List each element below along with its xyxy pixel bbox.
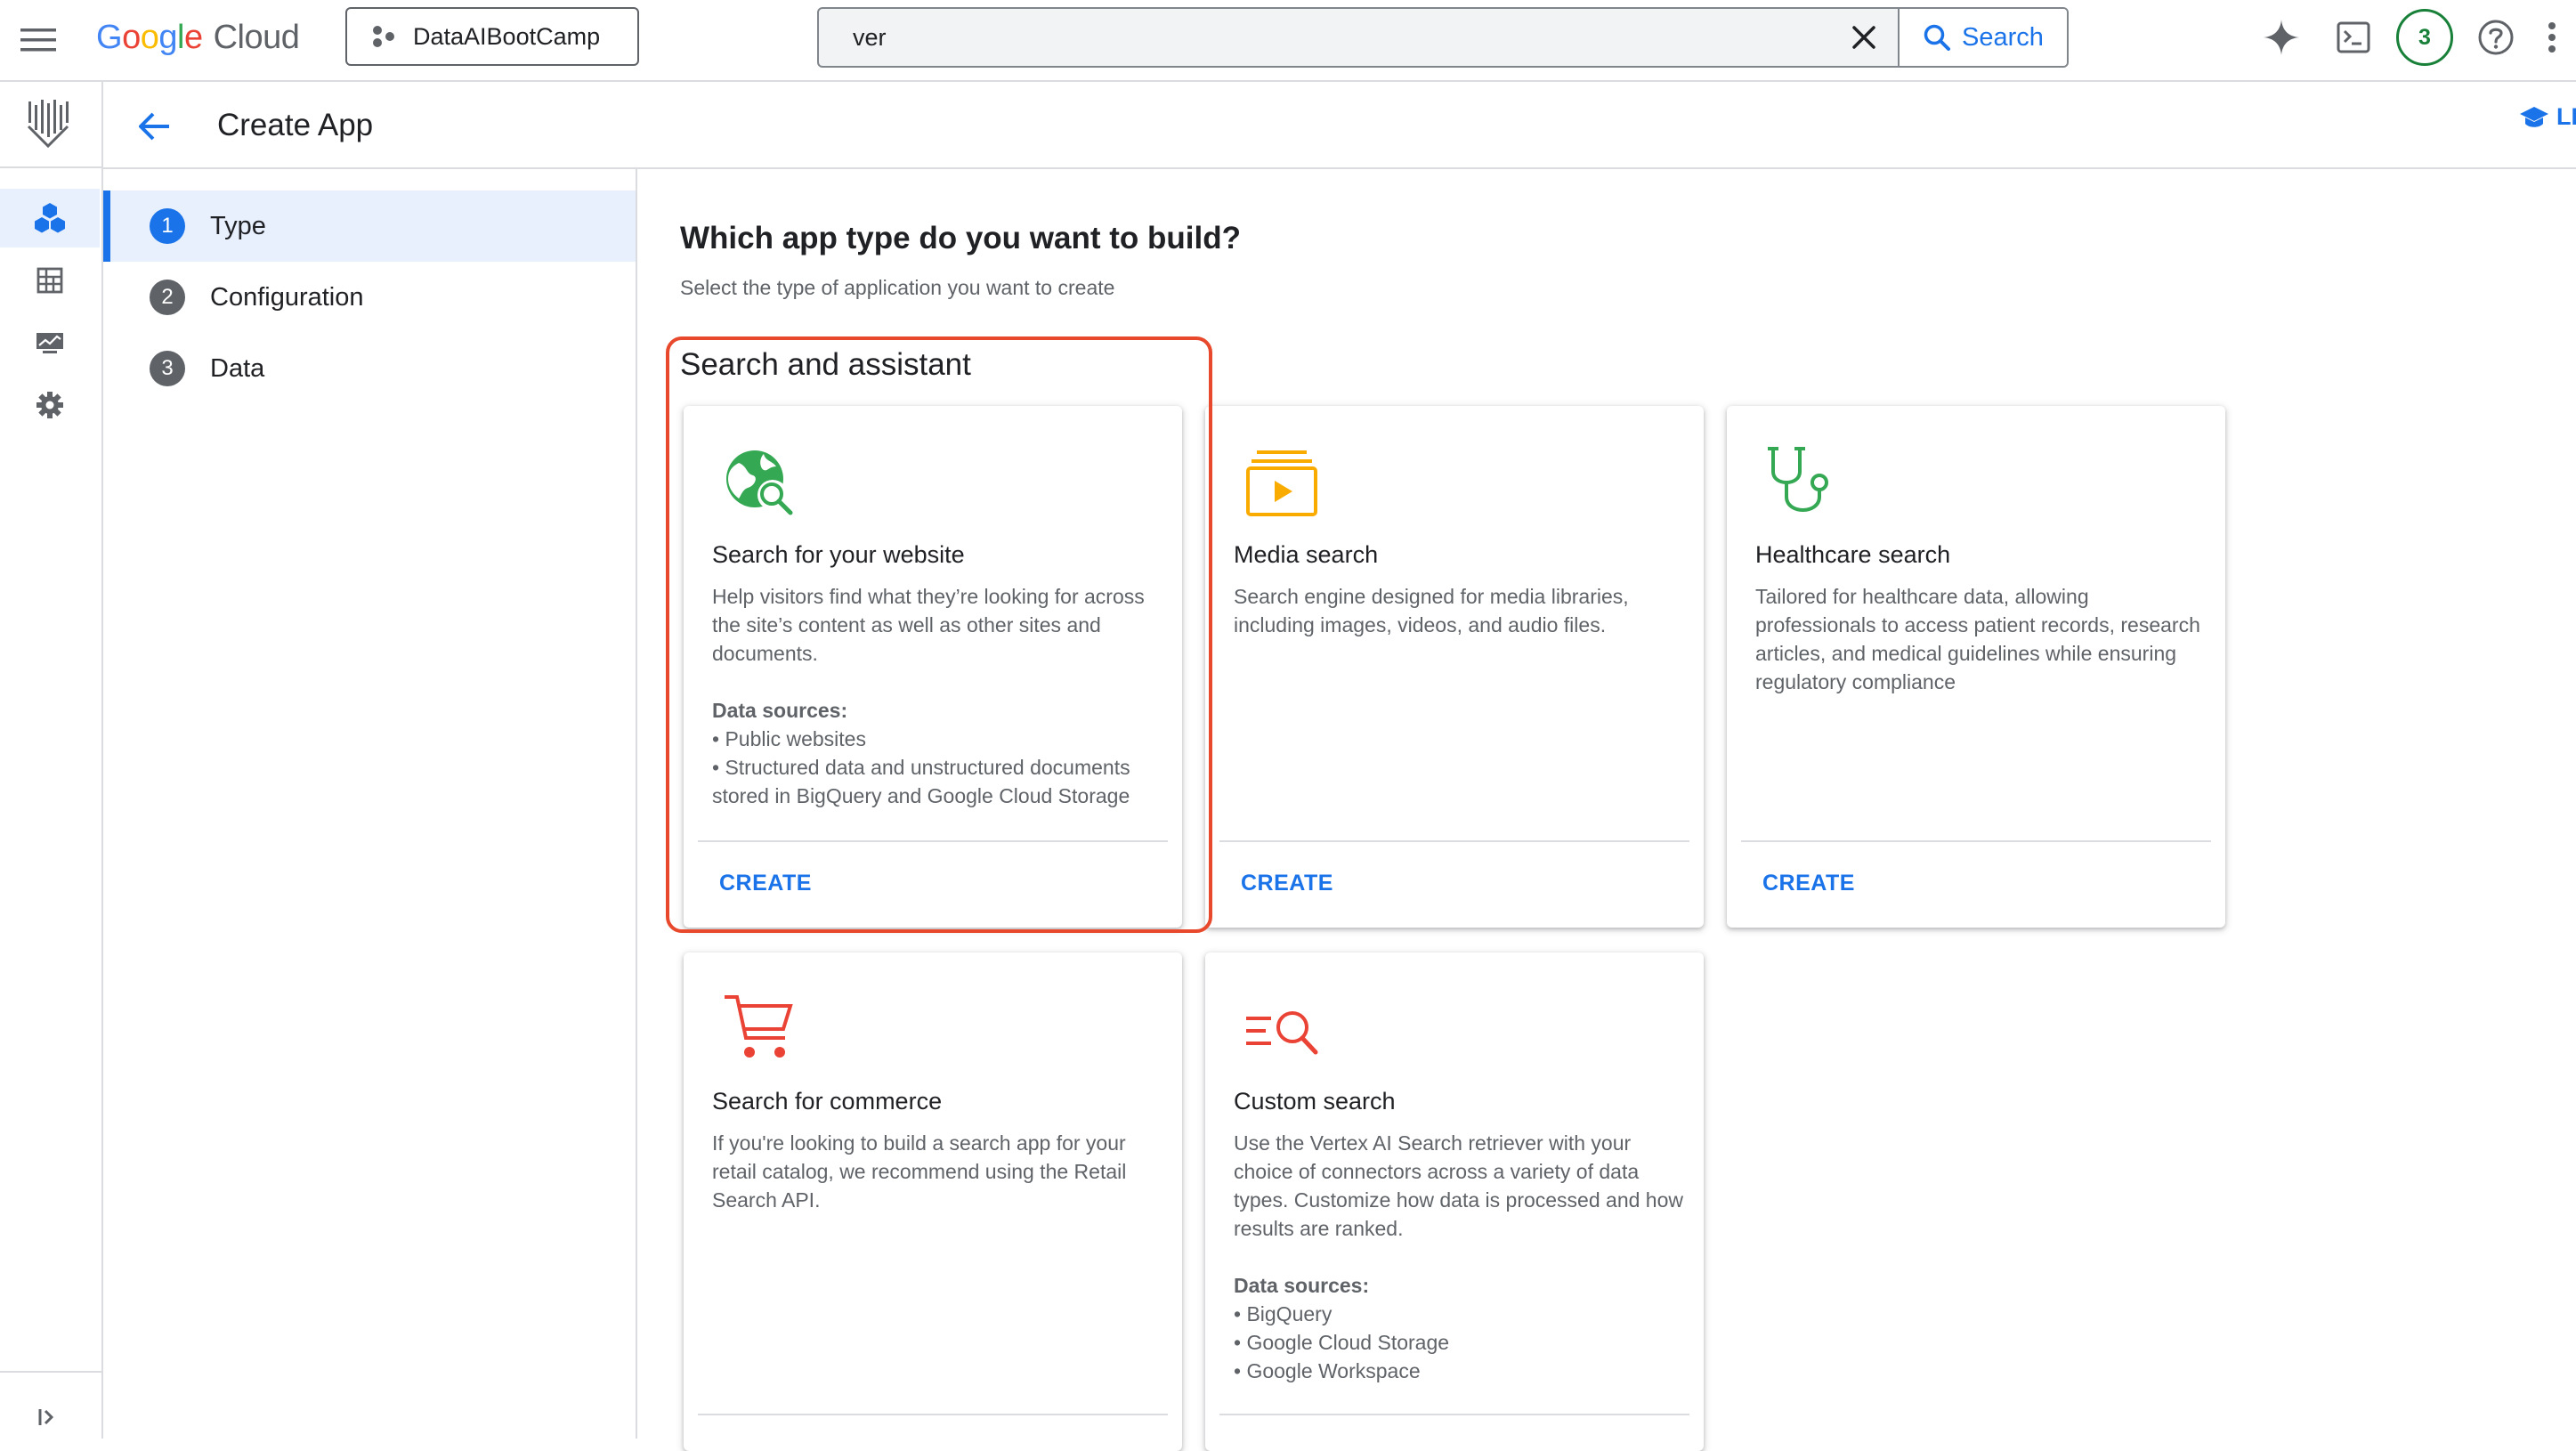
expand-panel-icon [38,1409,54,1425]
step-label: Data [210,353,265,383]
rail-bottom-divider [0,1371,101,1373]
search-input[interactable] [819,9,1830,66]
learn-link[interactable]: LE [2519,103,2576,131]
search-bar: Search [817,7,2069,68]
media-library-icon [1244,445,1319,520]
rail-monitoring-item[interactable] [0,313,100,372]
step-label: Configuration [210,282,364,312]
page-header [103,82,2576,169]
sparkle-icon [2264,20,2299,55]
table-icon [36,267,63,294]
google-cloud-logo[interactable]: Google Cloud [96,12,300,62]
cloud-shell-button[interactable] [2330,14,2377,61]
card-description: Search engine designed for media librari… [1234,585,1629,636]
content-title: Which app type do you want to build? [680,221,1241,255]
notifications-badge[interactable]: 3 [2396,9,2453,66]
main-menu-button[interactable] [16,18,61,62]
create-button[interactable]: CREATE [1762,871,1855,896]
data-source-item: • BigQuery [1234,1302,1333,1325]
card-healthcare-search[interactable]: Healthcare search Tailored for healthcar… [1727,406,2225,928]
hamburger-menu-icon [20,28,56,52]
search-button[interactable]: Search [1898,9,2067,66]
monitor-chart-icon [36,333,63,353]
gemini-button[interactable] [2258,14,2305,61]
search-icon [1924,24,1951,51]
content-subtitle: Select the type of application you want … [680,276,1115,299]
logo-cloud-text: Cloud [213,18,300,56]
card-divider [1219,840,1689,842]
rail-data-stores-item[interactable] [0,251,100,310]
logo-google-text: Google [96,18,203,56]
card-description-text: Use the Vertex AI Search retriever with … [1234,1131,1683,1240]
data-source-item: • Google Cloud Storage [1234,1331,1450,1354]
card-description: If you're looking to build a search app … [712,1131,1127,1212]
card-title: Custom search [1234,1088,1396,1115]
card-media-search[interactable]: Media search Search engine designed for … [1205,406,1704,928]
card-description: Tailored for healthcare data, allowing p… [1755,585,2200,693]
data-sources-title: Data sources: [1234,1274,1370,1297]
gear-icon [36,392,63,418]
clear-search-button[interactable] [1830,9,1898,66]
data-source-item: • Google Workspace [1234,1359,1421,1382]
list-search-icon [1244,992,1319,1066]
card-title: Media search [1234,541,1379,568]
arrow-back-icon [139,112,169,141]
search-button-label: Search [1962,22,2044,52]
step-number: 1 [150,208,185,244]
step-configuration[interactable]: 2 Configuration [103,262,636,333]
step-type[interactable]: 1 Type [103,190,636,262]
project-name: DataAIBootCamp [413,22,601,50]
project-hierarchy-icon [373,26,394,47]
shopping-cart-icon [723,992,798,1066]
card-divider [698,1414,1168,1415]
project-picker-button[interactable]: DataAIBootCamp [345,7,639,66]
back-button[interactable] [128,100,182,153]
help-button[interactable] [2473,14,2519,61]
create-button[interactable]: CREATE [1241,871,1333,896]
data-sources-list: Data sources: • BigQuery • Google Cloud … [1234,1271,1683,1385]
stethoscope-icon [1766,445,1841,520]
card-search-commerce[interactable]: Search for commerce If you're looking to… [684,952,1182,1451]
page-title: Create App [217,108,374,142]
ai-applications-logo-icon[interactable] [21,96,73,150]
close-icon [1852,26,1875,49]
card-title: Search for commerce [712,1088,943,1115]
card-title: Healthcare search [1755,541,1951,568]
highlight-annotation [666,336,1212,933]
rail-apps-item[interactable] [0,189,100,247]
card-custom-search[interactable]: Custom search Use the Vertex AI Search r… [1205,952,1704,1451]
step-number: 2 [150,280,185,315]
learn-link-label: LE [2556,103,2576,130]
rail-divider [0,166,101,168]
card-description: Use the Vertex AI Search retriever with … [1234,1129,1683,1385]
more-options-button[interactable] [2548,14,2574,61]
card-divider [1741,840,2211,842]
help-icon [2478,20,2514,55]
step-number: 3 [150,351,185,386]
school-cap-icon [2520,106,2548,127]
rail-settings-item[interactable] [0,376,100,434]
step-data[interactable]: 3 Data [103,333,636,404]
expand-rail-button[interactable] [18,1398,77,1437]
step-label: Type [210,211,266,240]
apps-cubes-icon [35,203,65,233]
terminal-icon [2337,21,2370,53]
card-divider [1219,1414,1689,1415]
more-vert-icon [2548,22,2556,53]
